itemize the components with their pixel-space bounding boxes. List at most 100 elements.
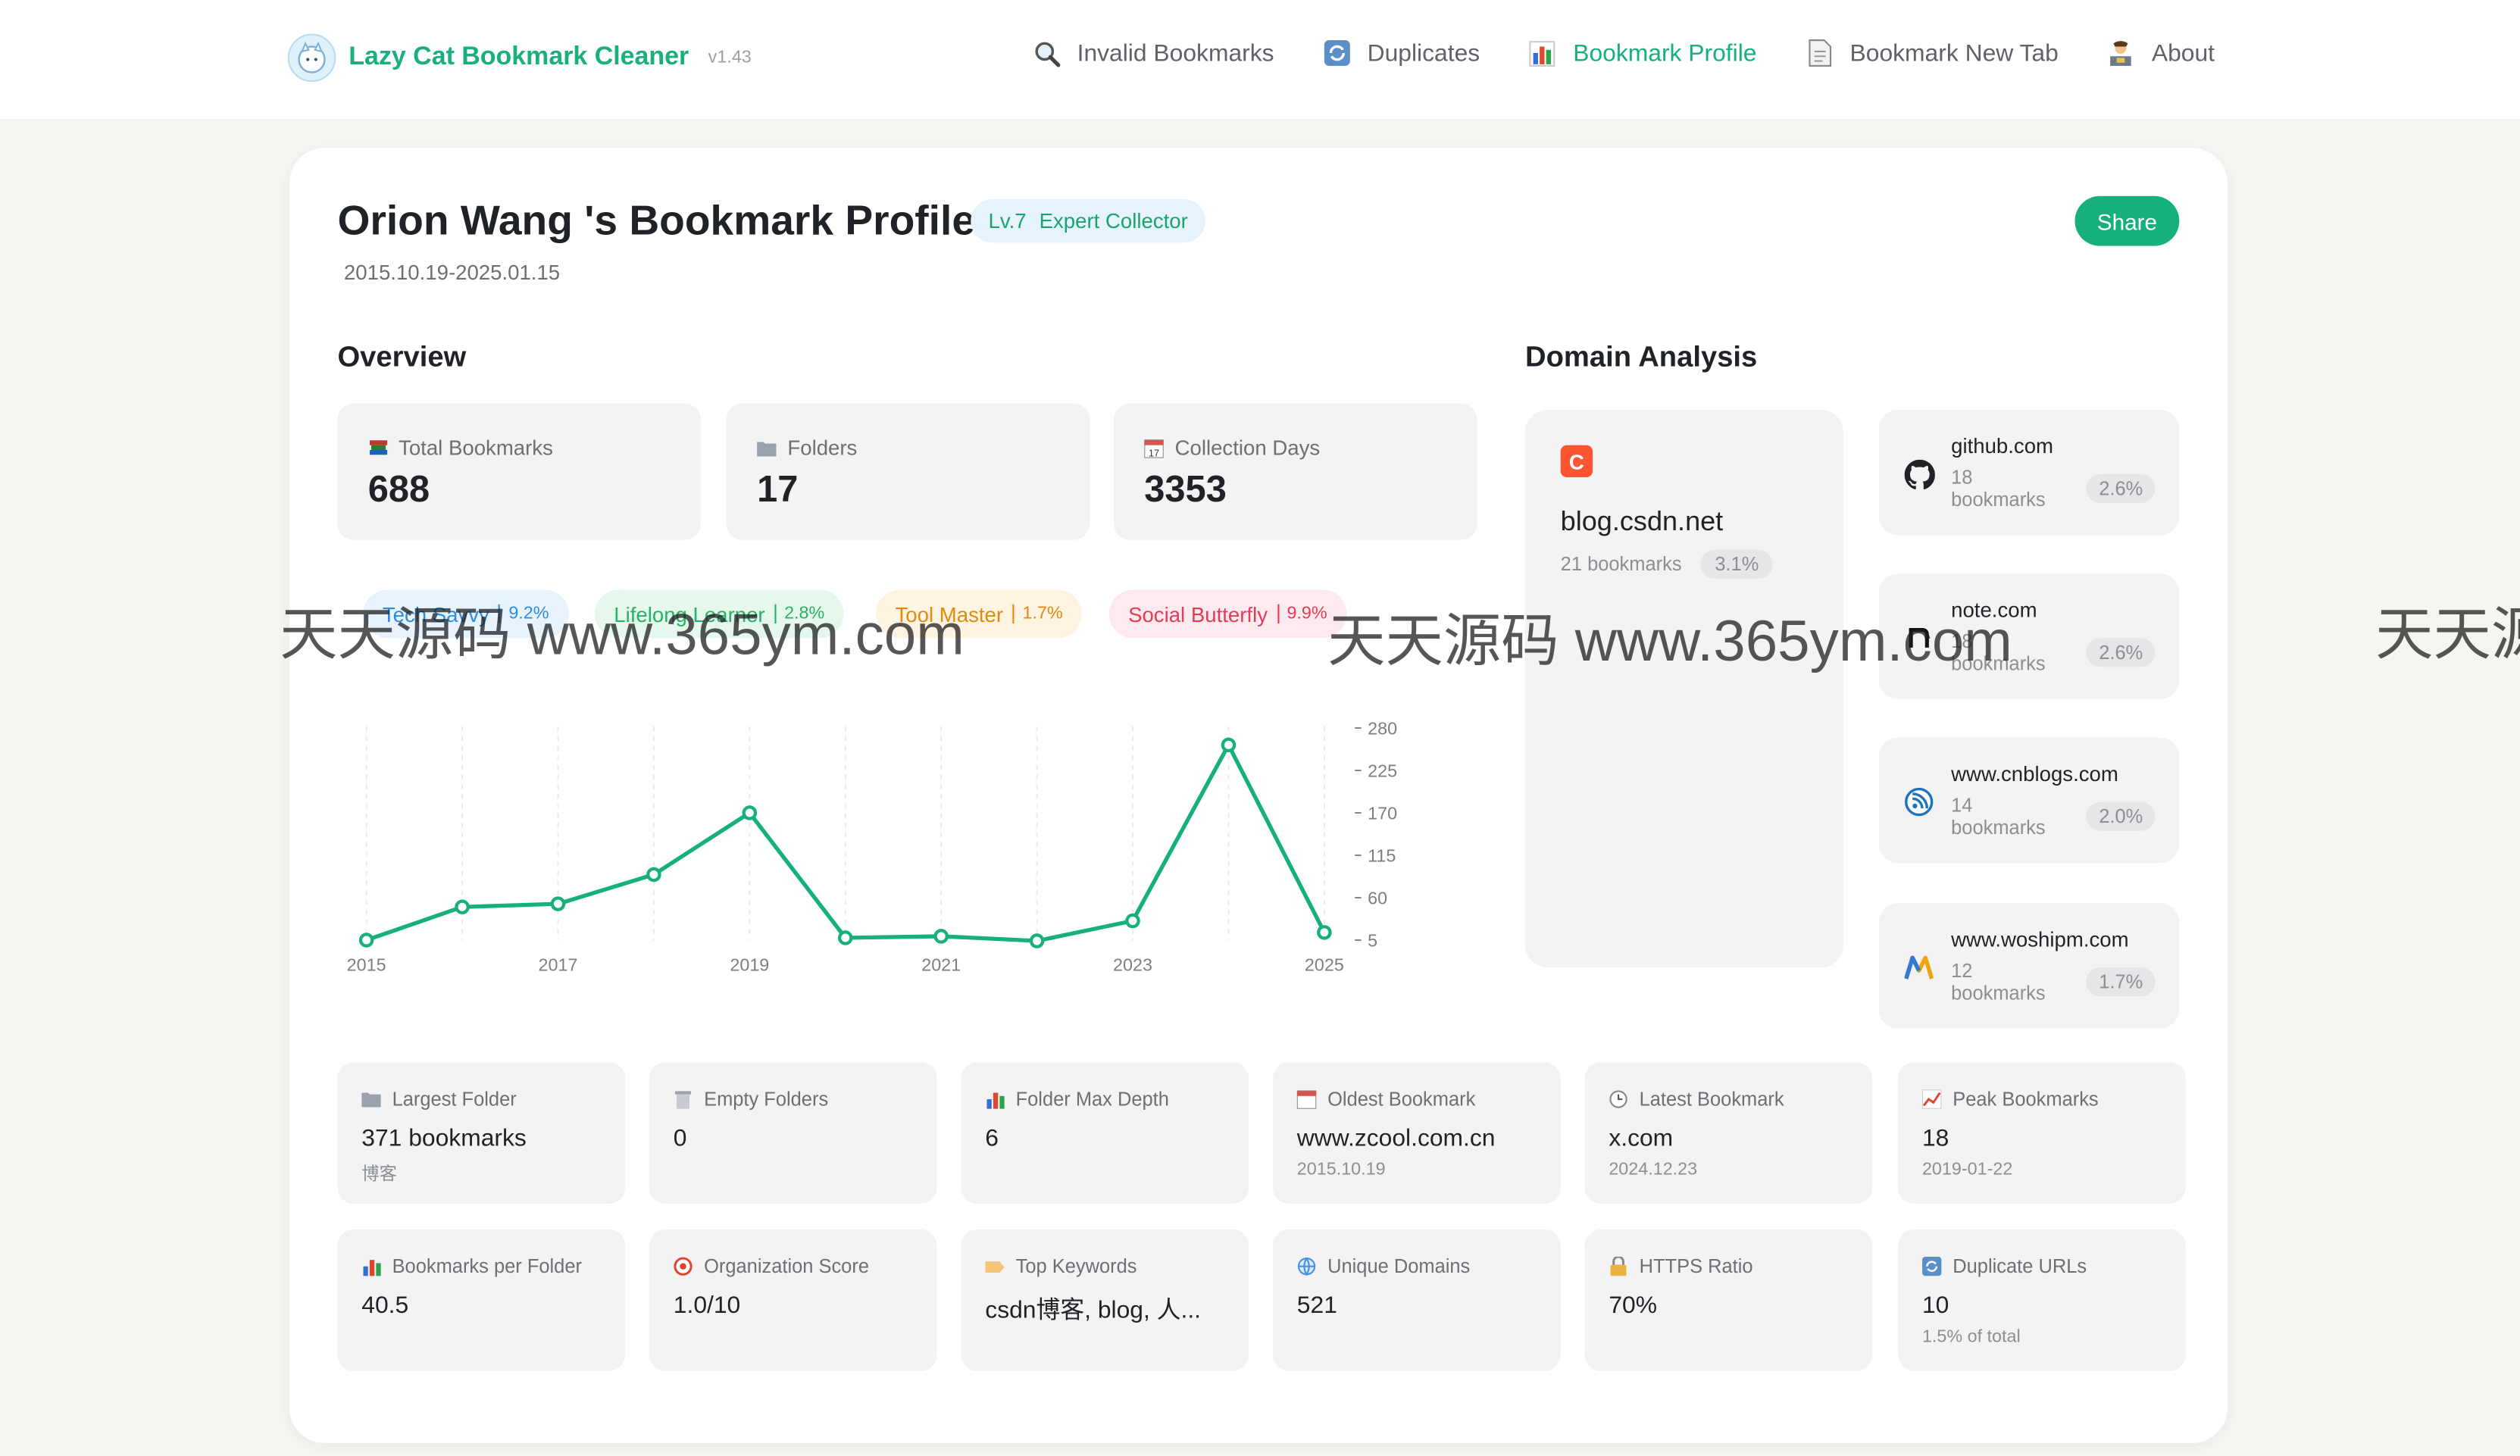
detail-label: Top Keywords xyxy=(1015,1254,1137,1278)
data-point[interactable] xyxy=(646,867,661,883)
detail-top-keywords: Top Keywords csdn博客, blog, 人... xyxy=(961,1229,1249,1371)
x-tick-label: 2021 xyxy=(921,955,961,974)
detail-value: 1.0/10 xyxy=(673,1292,741,1320)
detail-label: Bookmarks per Folder xyxy=(392,1254,582,1278)
domain-name: github.com xyxy=(1951,433,2054,458)
bar-chart-icon xyxy=(985,1089,1004,1108)
nav-bookmark-profile[interactable]: Bookmark Profile xyxy=(1528,39,1757,67)
data-point[interactable] xyxy=(742,805,758,820)
domain-analysis-heading: Domain Analysis xyxy=(1525,340,1758,373)
detail-bookmarks-per-folder: Bookmarks per Folder 40.5 xyxy=(337,1229,626,1371)
bar-chart-icon xyxy=(361,1257,380,1276)
watermark-text: 天天源码 www.365ym.com xyxy=(1327,607,2012,673)
detail-latest-bookmark: Latest Bookmark x.com 2024.12.23 xyxy=(1584,1062,1873,1204)
csdn-logo-icon: C xyxy=(1560,445,1593,478)
nav-bookmark-new-tab[interactable]: Bookmark New Tab xyxy=(1805,39,2059,67)
data-point[interactable] xyxy=(358,933,374,948)
github-icon xyxy=(1903,458,1935,490)
profile-card: Orion Wang 's Bookmark Profile Lv.7 Expe… xyxy=(289,148,2228,1444)
nav-label: Invalid Bookmarks xyxy=(1077,39,1274,67)
domain-count-unit: bookmarks xyxy=(1951,816,2046,839)
detail-value: 6 xyxy=(985,1124,999,1153)
nav-label: About xyxy=(2151,39,2215,67)
data-point[interactable] xyxy=(1125,913,1140,929)
share-button[interactable]: Share xyxy=(2074,195,2180,246)
detail-value: 371 bookmarks xyxy=(361,1124,527,1153)
app-version: v1.43 xyxy=(708,48,752,68)
domain-name: www.woshipm.com xyxy=(1951,927,2129,951)
data-point[interactable] xyxy=(1029,933,1045,948)
data-point[interactable] xyxy=(1221,737,1237,753)
y-tick-label: 280 xyxy=(1368,718,1397,738)
woshipm-icon xyxy=(1903,951,1935,983)
y-tick-label: 60 xyxy=(1368,888,1387,908)
domain-count: 18 xyxy=(1951,466,1973,489)
domain-count: 21 bookmarks xyxy=(1560,552,1682,576)
detail-label: Duplicate URLs xyxy=(1953,1254,2087,1278)
tag-icon xyxy=(985,1257,1005,1276)
trend-up-icon xyxy=(1921,1089,1942,1109)
cnblogs-icon xyxy=(1903,786,1935,817)
data-point[interactable] xyxy=(550,896,566,911)
top-navigation-bar: Lazy Cat Bookmark Cleaner v1.43 Invalid … xyxy=(0,0,2520,119)
detail-value: 10 xyxy=(1921,1292,1949,1320)
detail-value: 18 xyxy=(1921,1124,1949,1153)
detail-value: 0 xyxy=(673,1124,687,1153)
domain-pct: 2.6% xyxy=(2086,638,2156,667)
detail-folder-max-depth: Folder Max Depth 6 xyxy=(961,1062,1249,1204)
x-tick-label: 2015 xyxy=(347,955,386,974)
detail-duplicate-urls: Duplicate URLs 10 1.5% of total xyxy=(1898,1229,2186,1371)
detail-oldest-bookmark: Oldest Bookmark www.zcool.com.cn 2015.10… xyxy=(1272,1062,1561,1204)
y-tick-label: 5 xyxy=(1368,931,1377,951)
bookmarks-per-year-chart: 2015 2017 2019 2021 2023 2025 280 225 170 115 60 5 xyxy=(347,718,1397,974)
x-tick-label: 2017 xyxy=(539,955,578,974)
domain-card-cnblogs[interactable]: www.cnblogs.com 14 bookmarks 2.0% xyxy=(1878,737,2180,864)
nav-label: Bookmark New Tab xyxy=(1849,39,2059,67)
magnifier-icon xyxy=(1032,39,1061,67)
detail-value: 70% xyxy=(1609,1292,1658,1320)
domain-count-unit: bookmarks xyxy=(1951,488,2046,511)
data-point[interactable] xyxy=(455,899,470,914)
domain-card-github[interactable]: github.com 18 bookmarks 2.6% xyxy=(1878,409,2180,536)
target-icon xyxy=(674,1257,693,1276)
nav-duplicates[interactable]: Duplicates xyxy=(1322,39,1480,67)
y-tick-label: 115 xyxy=(1368,845,1396,865)
app-name: Lazy Cat Bookmark Cleaner xyxy=(349,43,689,71)
domain-name: blog.csdn.net xyxy=(1560,506,1724,537)
refresh-icon xyxy=(1921,1256,1942,1276)
domain-count: 12 xyxy=(1951,959,1973,983)
domain-count-unit: bookmarks xyxy=(1951,982,2046,1005)
data-point[interactable] xyxy=(837,930,853,945)
x-tick-label: 2023 xyxy=(1113,955,1152,974)
watermark-text: 天天源码 www.365ym.com xyxy=(280,601,965,667)
detail-value: 40.5 xyxy=(361,1292,409,1320)
detail-label: HTTPS Ratio xyxy=(1639,1254,1753,1278)
lock-icon xyxy=(1609,1256,1627,1276)
y-tick-label: 170 xyxy=(1368,803,1397,823)
nav-about[interactable]: About xyxy=(2106,39,2215,67)
brand[interactable]: Lazy Cat Bookmark Cleaner v1.43 xyxy=(287,33,752,83)
cat-mascot-icon xyxy=(287,33,336,83)
data-point[interactable] xyxy=(1317,925,1332,940)
domain-card-woshipm[interactable]: www.woshipm.com 12 bookmarks 1.7% xyxy=(1878,903,2180,1029)
detail-label: Folder Max Depth xyxy=(1015,1088,1169,1111)
nav-label: Duplicates xyxy=(1367,39,1480,67)
detail-label: Empty Folders xyxy=(704,1088,829,1111)
data-point[interactable] xyxy=(933,929,949,944)
watermark-text: 天天源 xyxy=(2375,601,2520,667)
nav-label: Bookmark Profile xyxy=(1573,39,1757,67)
trash-icon xyxy=(674,1089,693,1109)
detail-value: www.zcool.com.cn xyxy=(1296,1124,1496,1153)
detail-label: Unique Domains xyxy=(1327,1254,1471,1278)
domain-card-top[interactable]: C blog.csdn.net 21 bookmarks 3.1% xyxy=(1525,409,1844,968)
detail-label: Peak Bookmarks xyxy=(1953,1088,2099,1111)
x-tick-label: 2025 xyxy=(1305,955,1344,974)
detail-sub: 1.5% of total xyxy=(1921,1327,2021,1347)
detail-sub: 博客 xyxy=(361,1165,397,1185)
detail-value: x.com xyxy=(1609,1124,1674,1153)
nav-invalid-bookmarks[interactable]: Invalid Bookmarks xyxy=(1032,39,1274,67)
main-nav: Invalid Bookmarks Duplicates Bookmark Pr… xyxy=(1032,39,2215,67)
detail-largest-folder: Largest Folder 371 bookmarks 博客 xyxy=(337,1062,626,1204)
detail-empty-folders: Empty Folders 0 xyxy=(649,1062,937,1204)
bar-chart-icon xyxy=(1528,39,1557,67)
